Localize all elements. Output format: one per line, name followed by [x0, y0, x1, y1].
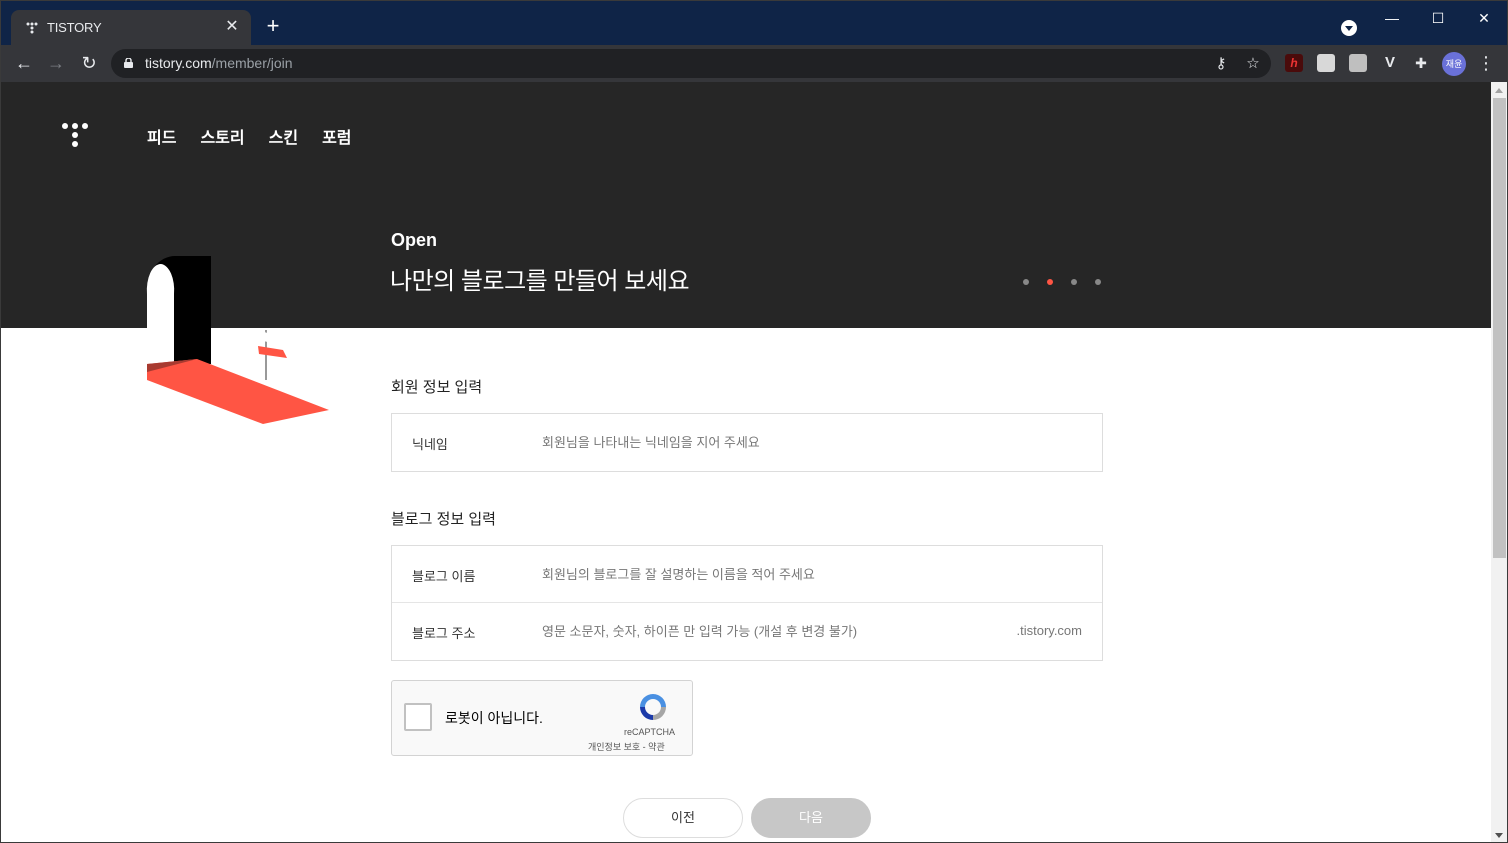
extension-page-icon[interactable] [1317, 54, 1335, 72]
extension-printer-icon[interactable] [1349, 54, 1367, 72]
recaptcha-widget: 로봇이 아닙니다. reCAPTCHA 개인정보 보호 - 약관 [391, 680, 693, 756]
minimize-button[interactable]: — [1369, 7, 1415, 35]
tab-tistory[interactable]: TISTORY ✕ [11, 10, 251, 45]
nav-feed[interactable]: 피드 [147, 124, 176, 148]
recaptcha-links[interactable]: 개인정보 보호 - 약관 [588, 740, 665, 753]
hero-title: 나만의 블로그를 만들어 보세요 [390, 268, 690, 295]
recaptcha-logo-icon [640, 694, 666, 720]
browser-toolbar: ← → ↻ tistory.com/member/join ⚷ ☆ h V ✚ … [1, 45, 1507, 82]
blog-name-input[interactable] [542, 558, 992, 590]
back-arrow-icon[interactable]: ← [11, 51, 37, 77]
blog-address-input[interactable] [542, 615, 992, 647]
extension-h-icon[interactable]: h [1285, 54, 1303, 72]
recaptcha-checkbox[interactable] [404, 703, 432, 731]
member-form: 닉네임 [391, 413, 1103, 472]
nickname-input[interactable] [542, 426, 992, 458]
nav-story[interactable]: 스토리 [200, 124, 244, 148]
recaptcha-label: 로봇이 아닙니다. [445, 710, 543, 726]
tab-strip: TISTORY ✕ + — ☐ ✕ [1, 1, 1507, 45]
lock-icon [124, 58, 133, 68]
key-icon[interactable]: ⚷ [1211, 54, 1231, 74]
tistory-logo-icon[interactable] [61, 122, 89, 148]
forward-arrow-icon[interactable]: → [43, 51, 69, 77]
maximize-button[interactable]: ☐ [1415, 7, 1461, 35]
media-control-icon[interactable] [1341, 20, 1357, 36]
nav-forum[interactable]: 포럼 [322, 124, 351, 148]
star-icon[interactable]: ☆ [1243, 54, 1263, 74]
carousel-dot[interactable] [1071, 279, 1077, 285]
address-bar[interactable]: tistory.com/member/join ⚷ ☆ [111, 49, 1271, 78]
page-scrollbar[interactable] [1491, 82, 1507, 842]
carousel-dot[interactable] [1023, 279, 1029, 285]
main-nav: 피드 스토리 스킨 포럼 [147, 124, 352, 148]
close-window-button[interactable]: ✕ [1461, 7, 1507, 35]
recaptcha-brand: reCAPTCHA [624, 727, 676, 737]
carousel-indicator [1023, 279, 1101, 285]
more-menu-icon[interactable]: ⋮ [1477, 52, 1495, 76]
carousel-dot-active[interactable] [1047, 279, 1053, 285]
prev-button[interactable]: 이전 [623, 798, 743, 838]
blog-address-suffix: .tistory.com [1016, 623, 1083, 638]
scroll-down-icon[interactable] [1495, 833, 1503, 838]
nickname-label: 닉네임 [412, 437, 448, 452]
nickname-row: 닉네임 [392, 414, 1102, 471]
nav-skin[interactable]: 스킨 [269, 124, 298, 148]
new-tab-button[interactable]: + [261, 15, 285, 39]
extension-v-icon[interactable]: V [1381, 54, 1399, 72]
tab-close-icon[interactable]: ✕ [221, 16, 243, 38]
next-button[interactable]: 다음 [751, 798, 871, 838]
extensions-puzzle-icon[interactable]: ✚ [1412, 54, 1430, 72]
scroll-up-icon[interactable] [1495, 88, 1503, 93]
blog-form: 블로그 이름 블로그 주소 .tistory.com [391, 545, 1103, 661]
tab-title: TISTORY [47, 20, 102, 35]
page-content: 피드 스토리 스킨 포럼 Open 나만의 블로그를 만들어 보세요 회원 정보… [1, 82, 1491, 842]
carousel-dot[interactable] [1095, 279, 1101, 285]
blog-address-row: 블로그 주소 .tistory.com [392, 603, 1102, 660]
blog-address-label: 블로그 주소 [412, 626, 476, 641]
blog-name-row: 블로그 이름 [392, 546, 1102, 603]
member-section-title: 회원 정보 입력 [391, 379, 483, 396]
blog-name-label: 블로그 이름 [412, 569, 476, 584]
reload-icon[interactable]: ↻ [76, 51, 102, 77]
url-text: tistory.com/member/join [145, 55, 293, 71]
tistory-favicon-icon [26, 22, 38, 34]
blog-section-title: 블로그 정보 입력 [391, 511, 496, 528]
profile-avatar[interactable]: 재윤 [1442, 52, 1466, 76]
scrollbar-thumb[interactable] [1493, 98, 1506, 558]
browser-window: TISTORY ✕ + — ☐ ✕ ← → ↻ tistory.com/memb… [0, 0, 1508, 843]
hero-kicker: Open [391, 230, 438, 250]
